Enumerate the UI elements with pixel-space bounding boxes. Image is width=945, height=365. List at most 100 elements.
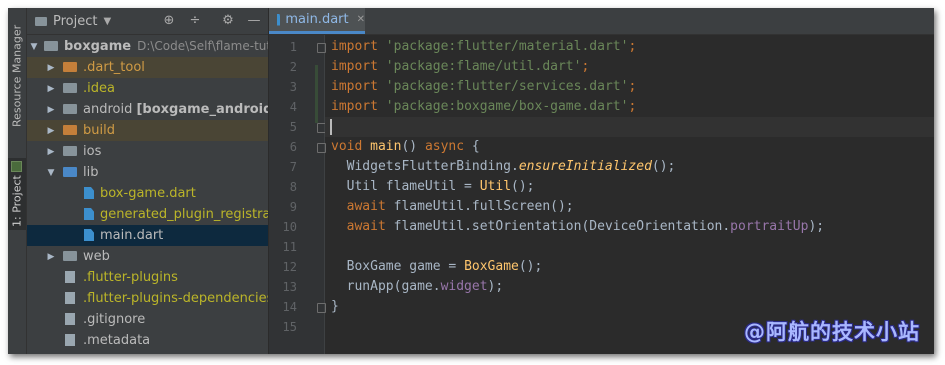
line-number: 6	[289, 140, 297, 154]
code-line-13: runApp(game.widget);	[331, 279, 504, 294]
line-number: 3	[289, 80, 297, 94]
tree-item-build[interactable]: ▶ build	[27, 120, 268, 141]
tree-item-main-dart[interactable]: main.dart	[27, 225, 268, 246]
line-number: 1	[289, 40, 297, 54]
tree-item-metadata[interactable]: .metadata	[27, 330, 268, 351]
close-icon[interactable]: ✕	[357, 14, 365, 25]
code-line-14: }	[331, 299, 339, 314]
folder-icon	[63, 62, 77, 72]
tab-label: main.dart	[285, 12, 349, 27]
code-line-3: import 'package:flutter/services.dart';	[331, 79, 637, 94]
tree-item-label: main.dart	[100, 228, 164, 243]
gear-icon[interactable]: ⚙	[220, 13, 236, 29]
tree-item-label: web	[83, 249, 110, 264]
collapse-arrow-icon[interactable]: ▶	[46, 105, 56, 115]
module-name: [boxgame_android]	[136, 102, 268, 117]
dart-file-icon	[84, 229, 94, 241]
project-tab-label: 1: Project	[10, 175, 24, 228]
resource-manager-tab[interactable]: Resource Manager	[8, 16, 26, 136]
folder-icon	[63, 125, 77, 135]
line-number: 10	[282, 220, 297, 234]
tree-item-label: .gitignore	[83, 312, 146, 327]
chevron-down-icon[interactable]: ▼	[103, 16, 111, 27]
collapse-arrow-icon[interactable]: ▶	[46, 126, 56, 136]
ide-window: Resource Manager 1: Project Project ▼ ⊕ …	[8, 8, 934, 354]
tree-item-flutter-plugins[interactable]: .flutter-plugins	[27, 267, 268, 288]
line-number: 7	[289, 160, 297, 174]
tree-item-box-game-dart[interactable]: box-game.dart	[27, 183, 268, 204]
collapse-arrow-icon[interactable]: ▶	[46, 252, 56, 262]
locate-file-icon[interactable]: ⊕	[161, 13, 177, 29]
code-line-8: Util flameUtil = Util();	[331, 179, 535, 194]
code-line-2: import 'package:flame/util.dart';	[331, 59, 590, 74]
watermark: @阿航的技术小站	[744, 320, 920, 344]
folder-icon	[63, 104, 77, 114]
tree-item-label: .flutter-plugins-dependencies	[83, 291, 268, 306]
tree-item-label: .flutter-plugins	[83, 270, 178, 285]
left-tool-strip: Resource Manager 1: Project	[8, 8, 27, 354]
folder-icon	[63, 146, 77, 156]
tree-item-dart-tool[interactable]: ▶ .dart_tool	[27, 57, 268, 78]
collapse-arrow-icon[interactable]: ▶	[46, 147, 56, 157]
code-line-4: import 'package:boxgame/box-game.dart';	[331, 99, 637, 114]
line-number: 9	[289, 200, 297, 214]
line-number: 13	[282, 280, 297, 294]
project-tool-icon	[11, 160, 23, 172]
vcs-change-marker	[315, 65, 318, 123]
expand-arrow-icon[interactable]: ▼	[29, 42, 39, 52]
code-line-1: import 'package:flutter/material.dart';	[331, 39, 637, 54]
project-panel: Project ▼ ⊕ ÷ ⚙ — ▼ boxgame D:\Code\Self\…	[27, 8, 268, 354]
minimize-icon[interactable]: —	[246, 13, 262, 29]
line-number: 14	[282, 300, 297, 314]
tree-item-label: ios	[83, 144, 102, 159]
text-cursor	[330, 119, 332, 135]
file-icon	[65, 292, 75, 304]
project-folder-icon	[35, 16, 47, 26]
tree-item-label: .idea	[83, 81, 115, 96]
tree-item-gitignore[interactable]: .gitignore	[27, 309, 268, 330]
line-number: 11	[282, 240, 297, 254]
code-line-9: await flameUtil.fullScreen();	[331, 199, 574, 214]
root-path: D:\Code\Self\flame-tutorial	[137, 39, 268, 53]
collapse-arrow-icon[interactable]: ▶	[46, 84, 56, 94]
tree-item-ios[interactable]: ▶ ios	[27, 141, 268, 162]
code-line-7: WidgetsFlutterBinding.ensureInitialized(…	[331, 159, 676, 174]
source-folder-icon	[63, 167, 77, 177]
code-area[interactable]: import 'package:flutter/material.dart'; …	[325, 35, 934, 354]
collapse-all-icon[interactable]: ÷	[187, 13, 203, 29]
tree-item-generated-plugin-registrant[interactable]: generated_plugin_registrant.dart	[27, 204, 268, 225]
dart-file-icon	[277, 13, 281, 26]
editor-tabs: main.dart ✕	[269, 8, 934, 35]
tree-item-android[interactable]: ▶ android [boxgame_android]	[27, 99, 268, 120]
tree-root-boxgame[interactable]: ▼ boxgame D:\Code\Self\flame-tutorial	[27, 36, 268, 57]
dart-file-icon	[84, 208, 94, 220]
tab-main-dart[interactable]: main.dart ✕	[269, 8, 365, 34]
tree-item-label: lib	[83, 165, 99, 180]
file-icon	[65, 334, 75, 346]
tree-item-label: build	[83, 123, 115, 138]
tree-item-web[interactable]: ▶ web	[27, 246, 268, 267]
code-line-6: void main() async {	[331, 139, 480, 154]
expand-arrow-icon[interactable]: ▼	[46, 168, 56, 178]
tree-item-flutter-plugins-dependencies[interactable]: .flutter-plugins-dependencies	[27, 288, 268, 309]
line-number: 8	[289, 180, 297, 194]
line-number: 15	[282, 320, 297, 334]
project-view-selector[interactable]: Project	[53, 14, 97, 29]
code-line-12: BoxGame game = BoxGame();	[331, 259, 543, 274]
line-number: 12	[282, 260, 297, 274]
folder-icon	[63, 251, 77, 261]
file-icon	[65, 271, 75, 283]
collapse-arrow-icon[interactable]: ▶	[46, 63, 56, 73]
folder-icon	[63, 83, 77, 93]
tree-item-idea[interactable]: ▶ .idea	[27, 78, 268, 99]
current-line-highlight	[325, 117, 934, 137]
code-editor: main.dart ✕ 1 2 3 4 5 6 7 8 9 10 11 12 1…	[269, 8, 934, 354]
folder-icon	[44, 41, 58, 51]
tree-item-label: android	[83, 102, 133, 117]
line-number: 4	[289, 100, 297, 114]
line-number: 5	[289, 120, 297, 134]
project-tab[interactable]: 1: Project	[8, 158, 26, 230]
tree-item-lib[interactable]: ▼ lib	[27, 162, 268, 183]
code-line-10: await flameUtil.setOrientation(DeviceOri…	[331, 219, 825, 234]
file-icon	[65, 313, 75, 325]
